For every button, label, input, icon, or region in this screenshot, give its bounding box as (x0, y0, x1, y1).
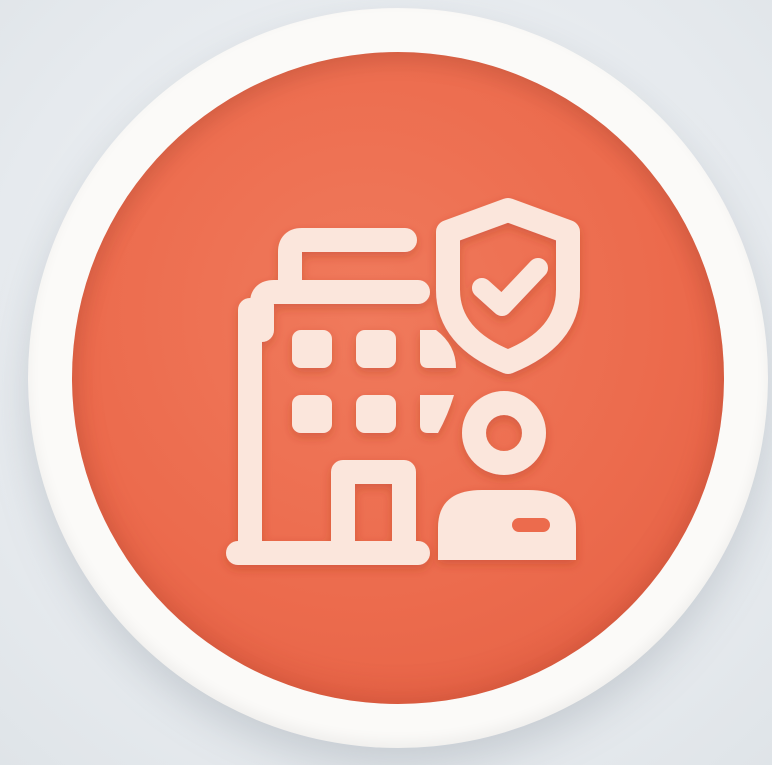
user-body-icon (438, 490, 576, 560)
check-icon (472, 258, 548, 316)
user-head-icon (462, 391, 546, 475)
window-icon (356, 395, 396, 433)
window-icon (356, 330, 396, 368)
window-icon (292, 330, 332, 368)
window-icon (420, 395, 454, 433)
icon-canvas (0, 0, 772, 765)
window-icon (292, 395, 332, 433)
office-building-shield-user-icon (226, 198, 580, 565)
user-badge-slot (512, 518, 550, 532)
door-icon (331, 460, 416, 557)
